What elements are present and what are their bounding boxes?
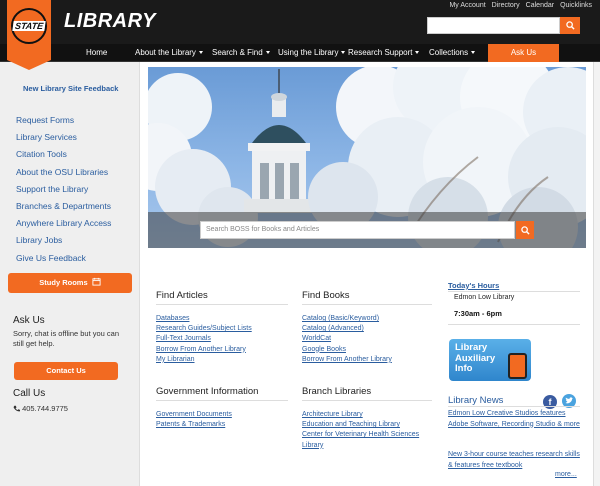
find-articles-heading: Find Articles [156,290,208,301]
sidebar-item-request-forms[interactable]: Request Forms [16,112,111,129]
boss-search-input[interactable]: Search BOSS for Books and Articles [200,221,515,239]
nav-home[interactable]: Home [86,44,107,62]
divider [302,400,432,401]
library-auxiliary-info-banner[interactable]: Library Auxiliary Info [449,339,531,381]
site-feedback-link[interactable]: New Library Site Feedback [23,84,118,93]
divider [302,304,432,305]
nav-home-label: Home [86,48,108,57]
link-borrow-articles[interactable]: Borrow From Another Library [156,345,252,355]
gov-info-heading: Government Information [156,386,259,397]
link-research-guides[interactable]: Research Guides/Subject Lists [156,324,252,334]
link-worldcat[interactable]: WorldCat [302,334,392,344]
divider [448,291,580,292]
sidebar-item-give-feedback[interactable]: Give Us Feedback [16,250,111,267]
site-header: LIBRARY My Account Directory Calendar Qu… [0,0,600,44]
utility-links: My Account Directory Calendar Quicklinks [449,2,592,9]
sidebar-links: Request Forms Library Services Citation … [16,112,111,267]
divider [448,324,580,325]
chat-status-text: Sorry, chat is offline but you can still… [13,329,120,348]
header-search-button[interactable] [560,17,580,34]
logo-text: STATE [12,21,46,31]
ask-us-heading: Ask Us [13,315,45,326]
branch-libraries-links: Architecture Library Education and Teach… [302,410,432,449]
scrollbar[interactable] [593,62,600,486]
link-vet-health[interactable]: Center for Veterinary Health Sciences Li… [302,430,432,448]
nav-using-label: Using the Library [278,48,339,57]
phone-icon [13,405,20,412]
sidebar-item-support-library[interactable]: Support the Library [16,181,111,198]
branch-libraries-heading: Branch Libraries [302,386,372,397]
search-icon [520,225,530,235]
sidebar-item-branches[interactable]: Branches & Departments [16,198,111,215]
util-link-directory[interactable]: Directory [492,2,520,9]
sidebar: New Library Site Feedback Request Forms … [0,62,140,486]
chevron-down-icon [265,51,270,55]
study-rooms-label: Study Rooms [39,278,88,287]
nav-collections-label: Collections [429,48,469,57]
link-borrow-books[interactable]: Borrow From Another Library [302,355,392,365]
chevron-down-icon [415,51,420,55]
nav-search-find-label: Search & Find [212,48,263,57]
sidebar-item-anywhere-access[interactable]: Anywhere Library Access [16,215,111,232]
sidebar-item-citation-tools[interactable]: Citation Tools [16,146,111,163]
hours-location: Edmon Low Library [454,294,515,301]
hero-banner: Search BOSS for Books and Articles [148,67,586,248]
link-google-books[interactable]: Google Books [302,345,392,355]
sidebar-item-library-services[interactable]: Library Services [16,129,111,146]
nav-research-label: Research Support [348,48,413,57]
phone-number[interactable]: 405.744.9775 [13,404,68,413]
todays-hours-link[interactable]: Today's Hours [448,281,499,290]
news-item-research-course[interactable]: New 3-hour course teaches research skill… [448,450,580,471]
nav-collections[interactable]: Collections [429,44,476,62]
util-link-quicklinks[interactable]: Quicklinks [560,2,592,9]
nav-about-label: About the Library [135,48,196,57]
phone-number-text: 405.744.9775 [22,404,68,413]
nav-research[interactable]: Research Support [348,44,420,62]
news-more-link[interactable]: more... [555,471,577,478]
link-architecture[interactable]: Architecture Library [302,410,432,420]
util-link-my-account[interactable]: My Account [449,2,485,9]
find-books-heading: Find Books [302,290,350,301]
hours-time: 7:30am - 6pm [454,309,502,318]
calendar-icon [92,277,101,286]
boss-search-button[interactable] [516,221,534,239]
logo-circle: STATE [11,8,47,44]
sidebar-item-about-osu-libraries[interactable]: About the OSU Libraries [16,164,111,181]
study-rooms-button[interactable]: Study Rooms [8,273,132,293]
library-news-heading[interactable]: Library News [448,395,503,406]
chevron-down-icon [341,51,346,55]
divider [156,400,288,401]
divider [156,304,288,305]
header-search-input[interactable] [427,17,560,34]
link-databases[interactable]: Databases [156,314,252,324]
nav-about[interactable]: About the Library [135,44,203,62]
aux-info-text: Library Auxiliary Info [455,342,496,374]
link-patents[interactable]: Patents & Trademarks [156,420,232,430]
link-full-text-journals[interactable]: Full-Text Journals [156,334,252,344]
find-books-links: Catalog (Basic/Keyword) Catalog (Advance… [302,314,392,365]
call-us-heading: Call Us [13,388,46,399]
link-catalog-basic[interactable]: Catalog (Basic/Keyword) [302,314,392,324]
link-gov-docs[interactable]: Government Documents [156,410,232,420]
contact-us-button[interactable]: Contact Us [14,362,118,380]
sidebar-item-library-jobs[interactable]: Library Jobs [16,232,111,249]
search-icon [565,21,575,30]
link-my-librarian[interactable]: My Librarian [156,355,252,365]
nav-using[interactable]: Using the Library [278,44,346,62]
chevron-down-icon [198,51,203,55]
phone-graphic-icon [508,353,527,379]
util-link-calendar[interactable]: Calendar [526,2,554,9]
news-item-creative-studios[interactable]: Edmon Low Creative Studios features Adob… [448,409,580,430]
osu-logo[interactable]: STATE [7,0,51,70]
divider [448,406,580,407]
nav-ask-us[interactable]: Ask Us [488,44,559,62]
gov-info-links: Government Documents Patents & Trademark… [156,410,232,430]
chevron-down-icon [471,51,476,55]
link-education[interactable]: Education and Teaching Library [302,420,432,430]
find-articles-links: Databases Research Guides/Subject Lists … [156,314,252,365]
site-title[interactable]: LIBRARY [64,10,156,33]
link-catalog-advanced[interactable]: Catalog (Advanced) [302,324,392,334]
nav-search-find[interactable]: Search & Find [212,44,270,62]
